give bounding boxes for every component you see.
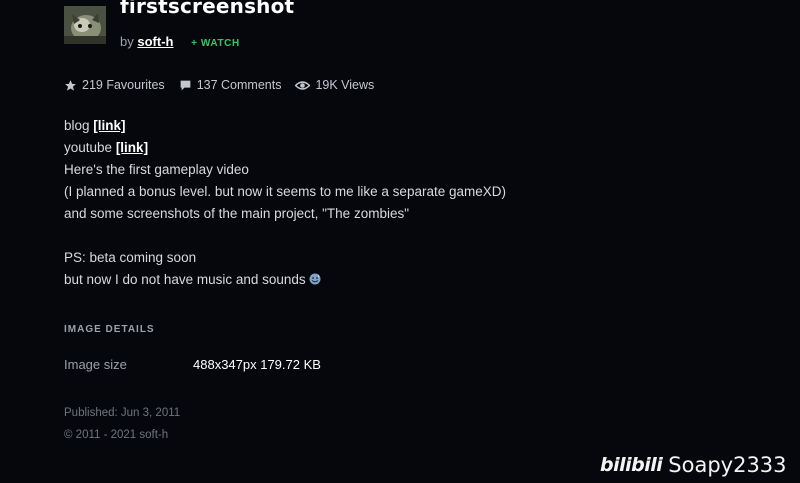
description-line: but now I do not have music and sounds — [64, 269, 704, 292]
youtube-link[interactable]: [link] — [116, 140, 148, 155]
description-line: PS: beta coming soon — [64, 250, 197, 265]
page-title: firstscreenshot — [120, 0, 295, 18]
description-line: blog [link] — [64, 115, 704, 137]
blog-link[interactable]: [link] — [93, 118, 125, 133]
favourites-count: 219 Favourites — [82, 78, 165, 92]
author-link[interactable]: soft-h — [137, 34, 173, 49]
copyright-notice: © 2011 - 2021 soft-h — [64, 429, 169, 441]
video-watermark: bilibili Soapy2333 — [600, 450, 787, 480]
byline: by soft-h + WATCH — [120, 34, 240, 49]
image-size-value: 488x347px 179.72 KB — [193, 357, 321, 372]
favourites-stat[interactable]: 219 Favourites — [64, 78, 165, 92]
watermark-username: Soapy2333 — [668, 453, 787, 477]
description-line: and some screenshots of the main project… — [64, 206, 410, 221]
views-stat: 19K Views — [295, 78, 374, 92]
deviation-header: firstscreenshot by soft-h + WATCH — [64, 0, 764, 50]
comments-stat[interactable]: 137 Comments — [179, 78, 282, 92]
comment-icon — [180, 80, 191, 90]
description-line: (I planned a bonus level. but now it see… — [64, 184, 506, 199]
blog-label: blog — [64, 118, 90, 133]
image-details-heading: IMAGE DETAILS — [64, 324, 155, 335]
description-line: Here's the first gameplay video — [64, 162, 249, 177]
views-count: 19K Views — [315, 78, 375, 92]
eye-icon — [295, 80, 311, 90]
description: blog [link] youtube [link] Here's the fi… — [64, 115, 704, 292]
bilibili-logo: bilibili — [600, 454, 663, 476]
by-label: by — [120, 34, 134, 49]
image-size-label: Image size — [64, 357, 127, 372]
description-text: but now I do not have music and sounds — [64, 272, 306, 287]
stats-bar: 219 Favourites 137 Comments 19K Views — [64, 76, 388, 94]
avatar-image — [64, 6, 106, 44]
youtube-label: youtube — [64, 140, 113, 155]
star-icon — [65, 79, 76, 91]
description-line: youtube [link] — [64, 137, 704, 159]
published-date: Published: Jun 3, 2011 — [64, 407, 181, 419]
watch-button[interactable]: + WATCH — [191, 38, 240, 49]
author-avatar[interactable] — [64, 6, 106, 44]
sweat-smile-emoji-icon — [309, 270, 321, 292]
comments-count: 137 Comments — [196, 78, 282, 92]
